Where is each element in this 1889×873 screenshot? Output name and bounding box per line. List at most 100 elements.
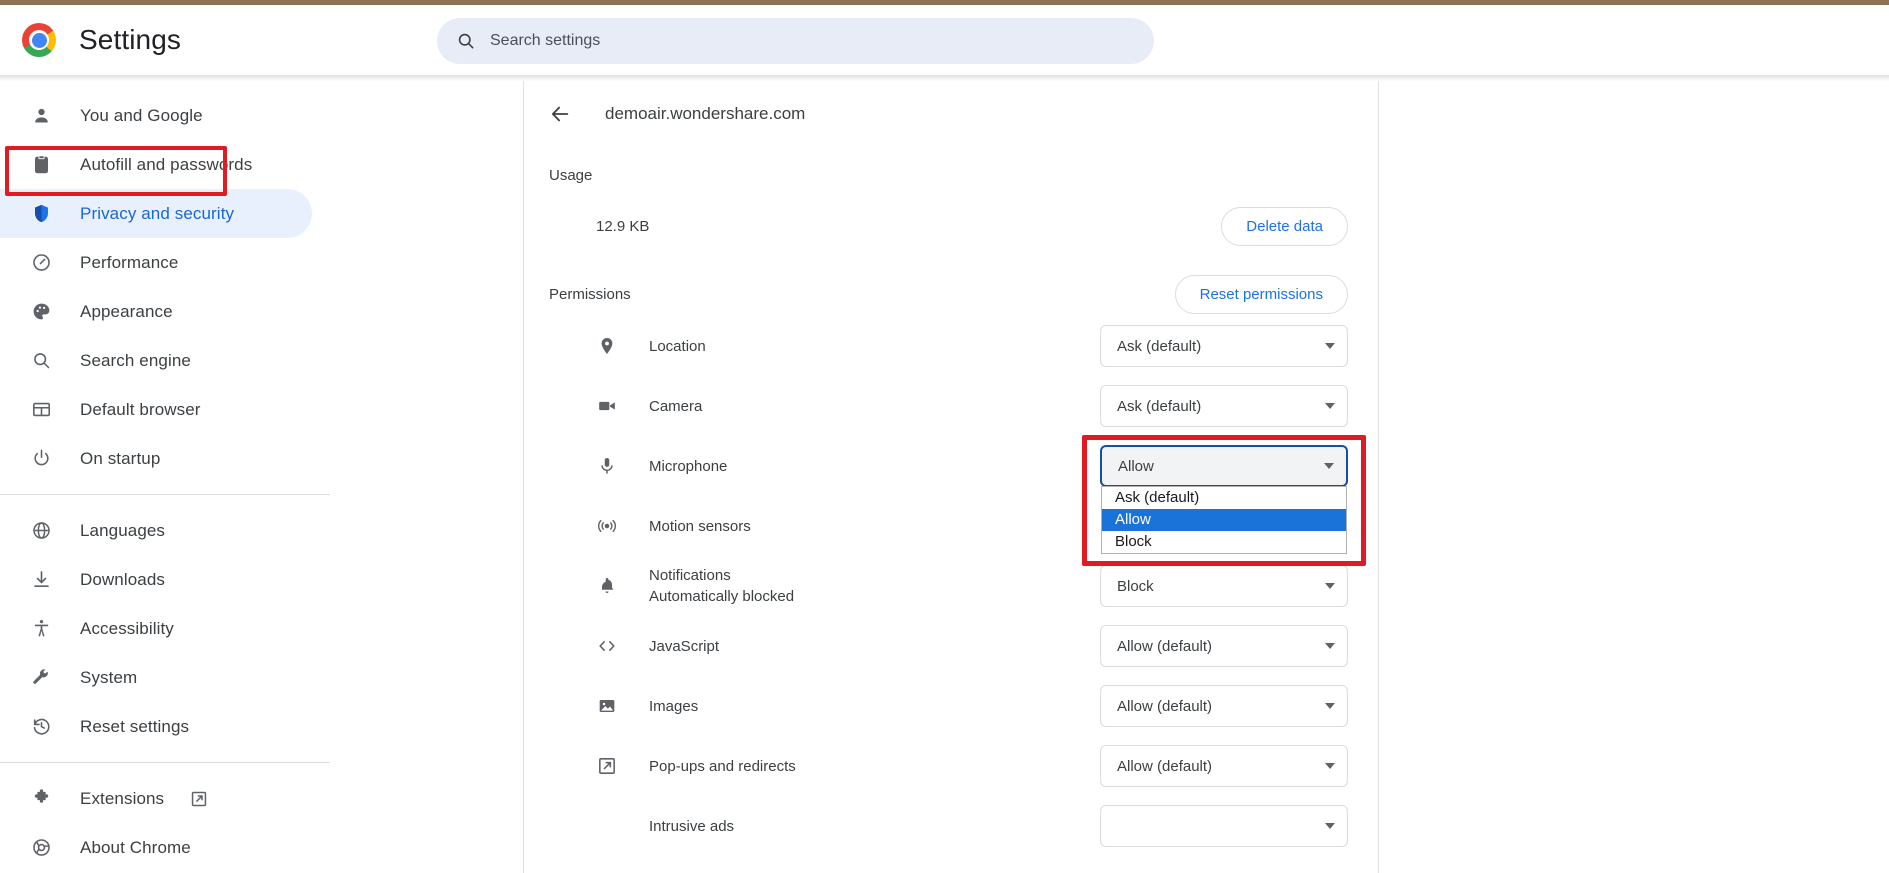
sidebar-item-accessibility[interactable]: Accessibility — [0, 604, 312, 653]
dropdown-value: Ask (default) — [1117, 337, 1202, 355]
permission-row-popups-and-redirects: Pop-ups and redirects Allow (default) — [524, 736, 1378, 796]
dropdown-value: Allow — [1118, 457, 1154, 475]
permission-label: Camera — [649, 397, 703, 415]
reset-permissions-button[interactable]: Reset permissions — [1174, 274, 1348, 314]
video-camera-icon — [596, 395, 618, 417]
sidebar-item-system[interactable]: System — [0, 653, 312, 702]
chevron-down-icon — [1324, 463, 1334, 469]
chevron-down-icon — [1325, 403, 1335, 409]
notifications-permission-dropdown[interactable]: Block — [1100, 565, 1348, 607]
popups-permission-dropdown[interactable]: Allow (default) — [1100, 745, 1348, 787]
dropdown-value: Allow (default) — [1117, 637, 1213, 655]
sidebar-item-privacy-and-security[interactable]: Privacy and security — [0, 189, 312, 238]
dropdown-option[interactable]: Allow — [1102, 509, 1346, 531]
sidebar-item-label: Autofill and passwords — [80, 154, 253, 174]
usage-row: 12.9 KB Delete data — [524, 196, 1378, 256]
sidebar-item-label: You and Google — [80, 105, 203, 125]
image-icon — [596, 695, 618, 717]
sidebar-item-label: Privacy and security — [80, 203, 235, 223]
code-brackets-icon — [596, 635, 618, 657]
search-input-placeholder[interactable]: Search settings — [490, 32, 600, 50]
sidebar-item-reset-settings[interactable]: Reset settings — [0, 702, 312, 751]
sidebar-item-default-browser[interactable]: Default browser — [0, 385, 312, 434]
permission-row-intrusive-ads: Intrusive ads — [524, 796, 1378, 856]
usage-section-title: Usage — [549, 167, 593, 184]
dropdown-value: Block — [1117, 577, 1154, 595]
settings-sidebar: You and Google Autofill and passwords Pr… — [0, 81, 330, 873]
sidebar-item-languages[interactable]: Languages — [0, 506, 312, 555]
location-permission-dropdown[interactable]: Ask (default) — [1100, 325, 1348, 367]
chevron-down-icon — [1325, 823, 1335, 829]
chevron-down-icon — [1325, 583, 1335, 589]
dropdown-option[interactable]: Ask (default) — [1102, 487, 1346, 509]
search-settings-bar[interactable]: Search settings — [437, 18, 1154, 64]
site-settings-panel: demoair.wondershare.com Usage 12.9 KB De… — [523, 81, 1379, 873]
location-pin-icon — [596, 335, 618, 357]
chevron-down-icon — [1325, 643, 1335, 649]
settings-page: Settings Search settings You and Google … — [0, 0, 1889, 873]
speedometer-icon — [29, 251, 53, 275]
person-icon — [29, 104, 53, 128]
sidebar-item-label: Extensions — [80, 788, 165, 808]
delete-data-button[interactable]: Delete data — [1221, 206, 1348, 246]
microphone-permission-dropdown[interactable]: Allow — [1100, 445, 1348, 487]
sidebar-item-you-and-google[interactable]: You and Google — [0, 91, 312, 140]
accessibility-icon — [29, 617, 53, 641]
microphone-dropdown-options[interactable]: Ask (default) Allow Block — [1101, 486, 1347, 554]
browser-window-icon — [29, 398, 53, 422]
sidebar-item-label: Performance — [80, 252, 179, 272]
permissions-header: Permissions Reset permissions — [524, 272, 1378, 316]
permission-row-images: Images Allow (default) — [524, 676, 1378, 736]
sidebar-item-label: Default browser — [80, 399, 201, 419]
usage-value: 12.9 KB — [596, 217, 650, 235]
sidebar-item-label: Search engine — [80, 350, 191, 370]
permission-row-location: Location Ask (default) — [524, 316, 1378, 376]
images-permission-dropdown[interactable]: Allow (default) — [1100, 685, 1348, 727]
sidebar-item-on-startup[interactable]: On startup — [0, 434, 312, 483]
history-restore-icon — [29, 715, 53, 739]
intrusive-ads-permission-dropdown[interactable] — [1100, 805, 1348, 847]
bell-icon — [596, 575, 618, 597]
chevron-down-icon — [1325, 343, 1335, 349]
palette-icon — [29, 300, 53, 324]
app-header: Settings Search settings — [0, 5, 1889, 75]
puzzle-icon — [29, 787, 53, 811]
sidebar-item-label: System — [80, 667, 138, 687]
arrow-left-icon[interactable] — [549, 103, 571, 125]
sidebar-item-label: Appearance — [80, 301, 173, 321]
external-link-icon — [190, 790, 208, 808]
permission-label: Notifications Automatically blocked — [649, 567, 795, 605]
dropdown-value: Allow (default) — [1117, 697, 1213, 715]
sidebar-item-label: Downloads — [80, 569, 166, 589]
globe-icon — [29, 519, 53, 543]
external-link-icon — [596, 755, 618, 777]
permissions-section-title: Permissions — [549, 285, 631, 303]
search-icon — [456, 31, 476, 51]
sidebar-item-extensions[interactable]: Extensions — [0, 774, 312, 823]
breadcrumb: demoair.wondershare.com — [524, 81, 1378, 147]
dropdown-value: Allow (default) — [1117, 757, 1213, 775]
power-icon — [29, 447, 53, 471]
sidebar-item-performance[interactable]: Performance — [0, 238, 312, 287]
permission-label: Intrusive ads — [649, 817, 735, 835]
sidebar-item-appearance[interactable]: Appearance — [0, 287, 312, 336]
ads-icon — [596, 815, 618, 837]
motion-sensor-icon — [596, 515, 618, 537]
permission-label: Pop-ups and redirects — [649, 757, 796, 775]
sidebar-item-about-chrome[interactable]: About Chrome — [0, 823, 312, 872]
sidebar-item-autofill-and-passwords[interactable]: Autofill and passwords — [0, 140, 312, 189]
camera-permission-dropdown[interactable]: Ask (default) — [1100, 385, 1348, 427]
javascript-permission-dropdown[interactable]: Allow (default) — [1100, 625, 1348, 667]
sidebar-item-downloads[interactable]: Downloads — [0, 555, 312, 604]
permission-label: Location — [649, 337, 706, 355]
permission-label: JavaScript — [649, 637, 720, 655]
sidebar-item-label: Languages — [80, 520, 166, 540]
permission-row-javascript: JavaScript Allow (default) — [524, 616, 1378, 676]
sidebar-item-label: Reset settings — [80, 716, 190, 736]
wrench-icon — [29, 666, 53, 690]
sidebar-item-label: Accessibility — [80, 618, 174, 638]
sidebar-divider — [0, 494, 330, 495]
sidebar-item-search-engine[interactable]: Search engine — [0, 336, 312, 385]
dropdown-option[interactable]: Block — [1102, 531, 1346, 553]
chrome-logo-icon — [22, 23, 56, 57]
